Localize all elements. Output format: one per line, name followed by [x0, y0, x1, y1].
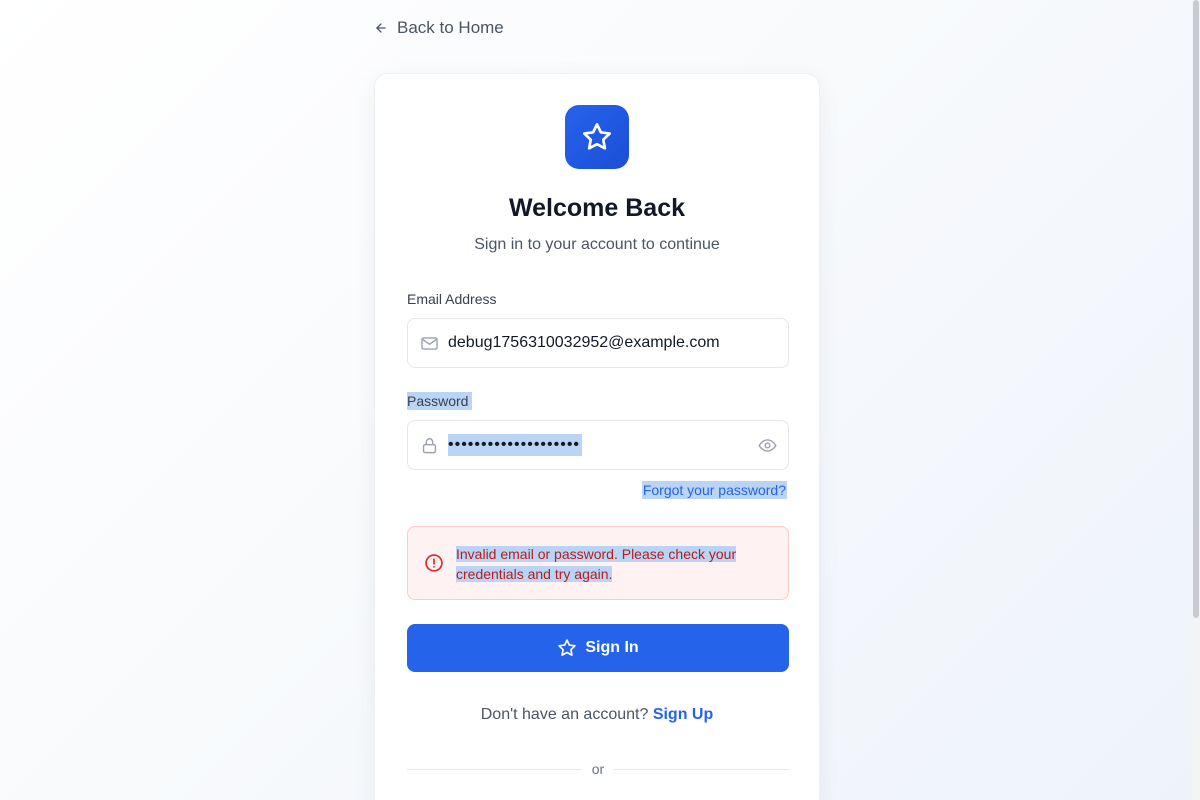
password-label: Password [407, 392, 473, 410]
signup-row: Don't have an account? Sign Up [375, 706, 819, 724]
email-field[interactable]: debug1756310032952@example.com [407, 318, 789, 368]
back-to-home-link[interactable]: Back to Home [374, 17, 504, 39]
sign-up-link[interactable]: Sign Up [653, 706, 713, 723]
sign-in-label: Sign In [585, 639, 639, 656]
error-alert: Invalid email or password. Please check … [407, 526, 789, 600]
lock-icon [422, 438, 437, 454]
or-divider: or [407, 760, 789, 780]
email-value[interactable]: debug1756310032952@example.com [448, 333, 720, 353]
signup-prompt: Don't have an account? [480, 706, 649, 723]
login-card: Welcome Back Sign in to your account to … [374, 73, 820, 800]
arrow-left-icon [376, 23, 386, 33]
mail-icon [421, 337, 438, 350]
password-field[interactable]: •••••••••••••••••••• [407, 420, 789, 470]
star-icon [583, 123, 611, 150]
star-icon [558, 639, 577, 656]
scrollbar-thumb[interactable] [1193, 0, 1199, 618]
forgot-password-link[interactable]: Forgot your password? [641, 481, 787, 499]
error-message: Invalid email or password. Please check … [456, 546, 737, 582]
alert-circle-icon [425, 554, 443, 572]
page-subtitle: Sign in to your account to continue [474, 236, 720, 253]
password-value[interactable]: •••••••••••••••••••• [448, 434, 583, 456]
divider-line-right [614, 769, 789, 770]
scrollbar-track[interactable] [1192, 0, 1200, 800]
eye-icon[interactable] [758, 436, 777, 455]
app-logo [565, 105, 629, 169]
back-to-home-label: Back to Home [397, 18, 504, 37]
sign-in-button[interactable]: Sign In [407, 624, 789, 672]
page-title: Welcome Back [508, 194, 685, 222]
email-label: Email Address [407, 291, 497, 307]
